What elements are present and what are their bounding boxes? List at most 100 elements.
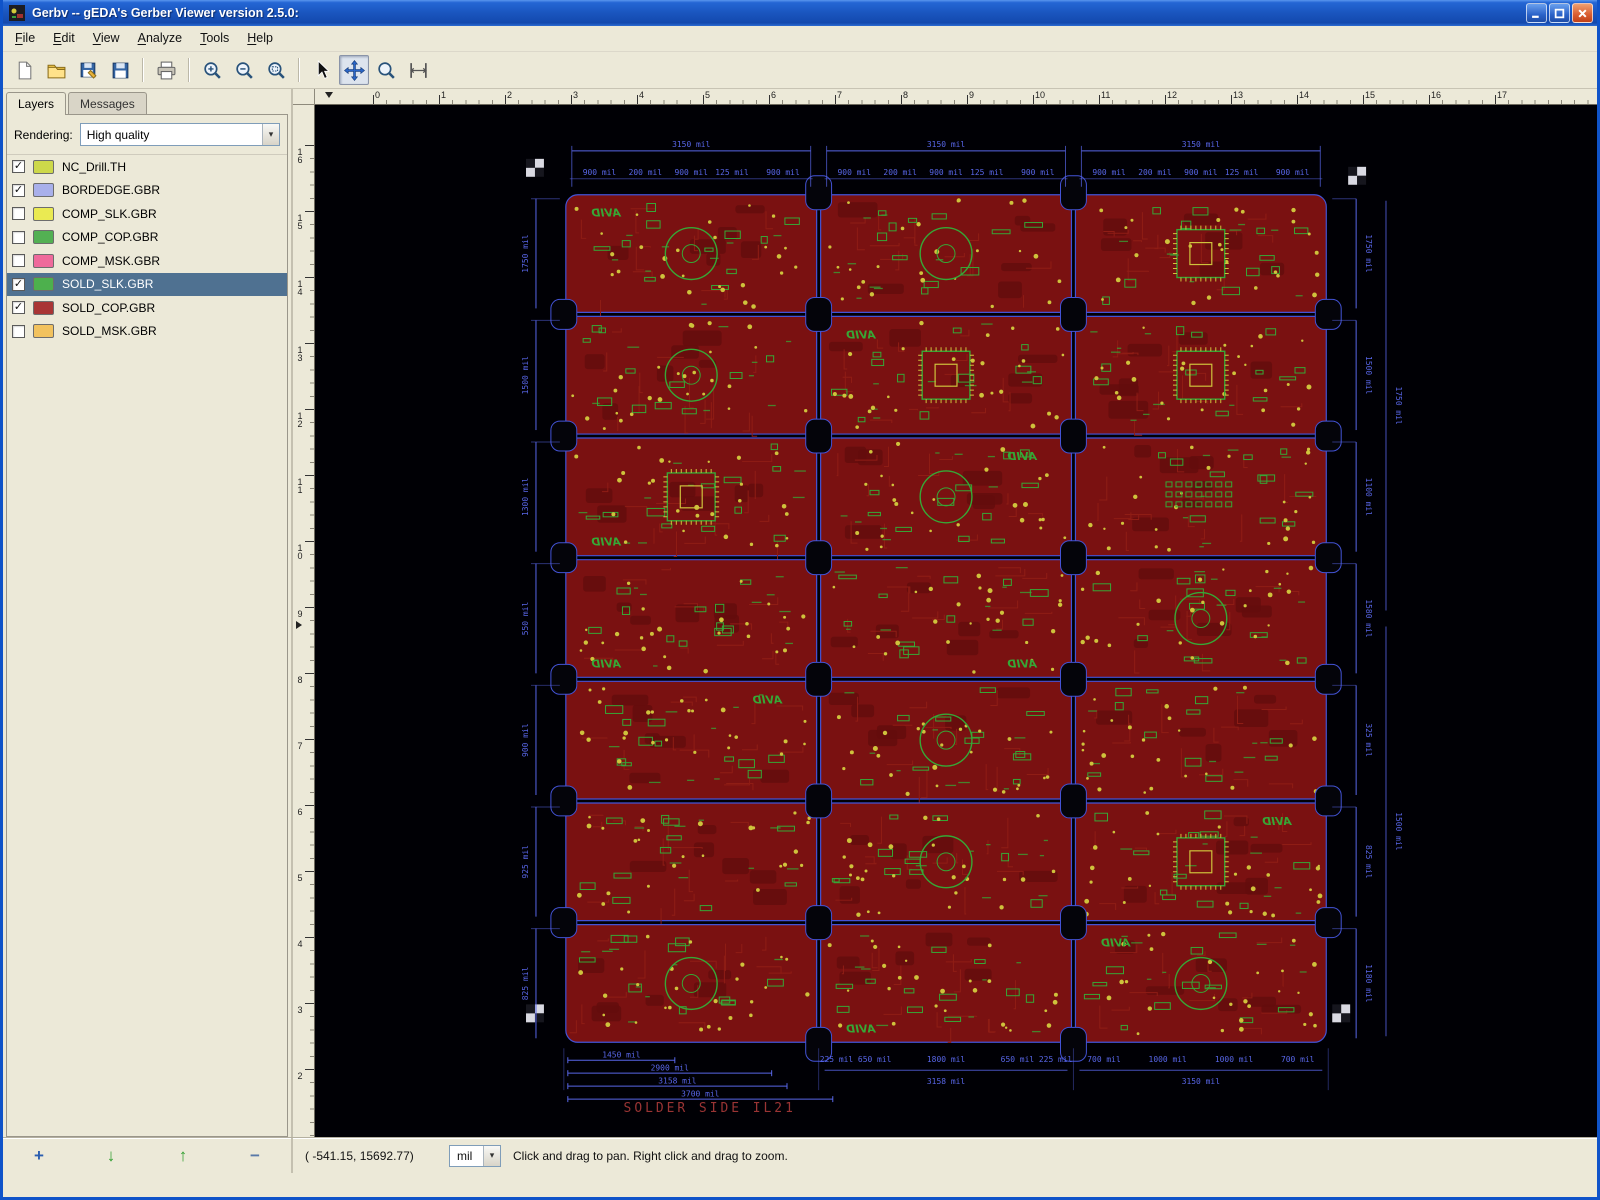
layer-visibility-checkbox[interactable]: ✓ <box>12 301 25 315</box>
bottom-bar: + ↓ ↑ − ( -541.15, 15692.77) mil ▾ Click an… <box>3 1137 1597 1173</box>
svg-text:3150 mil: 3150 mil <box>927 140 965 149</box>
open-button[interactable] <box>41 55 71 85</box>
print-button[interactable] <box>151 55 181 85</box>
layer-color-swatch[interactable] <box>33 183 54 198</box>
layer-color-swatch[interactable] <box>33 300 54 315</box>
layer-row[interactable]: COMP_SLK.GBR <box>7 202 287 226</box>
ruler-tick <box>305 937 314 938</box>
layer-visibility-checkbox[interactable]: ✓ <box>12 160 25 174</box>
ruler-label: 4 <box>295 939 305 947</box>
svg-text:3158 mil: 3158 mil <box>927 1077 965 1086</box>
svg-text:1500 mil: 1500 mil <box>1364 356 1373 395</box>
layer-row[interactable]: ✓ SOLD_SLK.GBR <box>7 272 287 296</box>
layer-row[interactable]: ✓ NC_Drill.TH <box>7 155 287 179</box>
ruler-top: 0 1 2 3 4 5 6 7 8 9 10 11 12 13 14 15 16 17 <box>315 89 1597 105</box>
ruler-label: 5 <box>295 873 305 881</box>
ruler-label: 17 <box>1497 90 1508 100</box>
layer-color-swatch[interactable] <box>33 206 54 221</box>
svg-text:1180 mil: 1180 mil <box>1364 964 1373 1003</box>
svg-text:SOLDER SIDE IL21: SOLDER SIDE IL21 <box>624 1101 796 1116</box>
layer-visibility-checkbox[interactable]: ✓ <box>12 277 25 291</box>
save-button[interactable] <box>105 55 135 85</box>
menu-item-analyze[interactable]: Analyze <box>129 27 191 50</box>
ruler-tick <box>305 475 314 476</box>
ruler-label: 11 <box>295 477 305 493</box>
rendering-select[interactable]: High quality ▾ <box>79 123 280 146</box>
layer-visibility-checkbox[interactable] <box>12 230 25 244</box>
svg-text:1500 mil: 1500 mil <box>521 356 530 395</box>
menu-bar: File Edit View Analyze Tools Help <box>3 26 1597 52</box>
zoom-out-button[interactable] <box>229 55 259 85</box>
ruler-label: 6 <box>295 807 305 815</box>
pcb-canvas[interactable]: AVID AVID AVID AVID AVID AVID AVID AVID AVID AVID… <box>315 105 1597 1137</box>
pointer-button[interactable] <box>307 55 337 85</box>
move-layer-down-button[interactable]: ↓ <box>83 1143 139 1168</box>
ruler-label: 9 <box>969 90 975 100</box>
svg-text:900 mil: 900 mil <box>1021 168 1055 177</box>
window-title: Gerbv -- gEDA's Gerber Viewer version 2.… <box>32 6 299 20</box>
zoom-tool-button[interactable] <box>371 55 401 85</box>
svg-text:AVID: AVID <box>846 328 876 341</box>
ruler-label: 7 <box>837 90 843 100</box>
menu-item-edit[interactable]: Edit <box>44 27 84 50</box>
ruler-left: 16 15 14 13 12 11 10 9 8 7 6 5 4 3 2 <box>293 105 315 1137</box>
ruler-label: 12 <box>1167 90 1178 100</box>
layer-color-swatch[interactable] <box>33 324 54 339</box>
layer-color-swatch[interactable] <box>33 277 54 292</box>
svg-text:650 mil: 650 mil <box>858 1055 892 1064</box>
svg-text:AVID: AVID <box>1007 657 1037 670</box>
add-layer-button[interactable]: + <box>11 1143 67 1168</box>
svg-text:AVID: AVID <box>846 1022 876 1035</box>
menu-item-view[interactable]: View <box>84 27 129 50</box>
layer-actions: + ↓ ↑ − <box>3 1138 293 1173</box>
layer-color-swatch[interactable] <box>33 159 54 174</box>
menu-item-tools[interactable]: Tools <box>191 27 238 50</box>
ruler-position-marker <box>296 621 302 629</box>
layer-row[interactable]: SOLD_MSK.GBR <box>7 320 287 344</box>
measure-button[interactable] <box>403 55 433 85</box>
svg-text:900 mil: 900 mil <box>521 723 530 757</box>
close-button[interactable] <box>1572 3 1593 23</box>
layer-row[interactable]: ✓ BORDEDGE.GBR <box>7 179 287 203</box>
units-select[interactable]: mil ▾ <box>449 1144 501 1167</box>
layer-row[interactable]: COMP_COP.GBR <box>7 226 287 250</box>
sidebar-tabs: Layers Messages <box>3 89 291 115</box>
menu-item-help[interactable]: Help <box>238 27 282 50</box>
layer-visibility-checkbox[interactable] <box>12 254 25 268</box>
maximize-button[interactable] <box>1549 3 1570 23</box>
canvas-viewport[interactable]: AVID AVID AVID AVID AVID AVID AVID AVID AVID AVID… <box>315 105 1597 1137</box>
menu-item-file[interactable]: File <box>6 27 44 50</box>
layer-visibility-checkbox[interactable] <box>12 207 25 221</box>
new-button[interactable] <box>9 55 39 85</box>
ruler-tick <box>305 607 314 608</box>
svg-text:550 mil: 550 mil <box>521 602 530 636</box>
tab-messages[interactable]: Messages <box>68 92 147 114</box>
layer-name: SOLD_SLK.GBR <box>62 277 154 292</box>
layer-color-swatch[interactable] <box>33 253 54 268</box>
layer-visibility-checkbox[interactable] <box>12 324 25 338</box>
chevron-down-icon[interactable]: ▾ <box>483 1145 500 1166</box>
layer-name: BORDEDGE.GBR <box>62 183 161 198</box>
layer-visibility-checkbox[interactable]: ✓ <box>12 183 25 197</box>
svg-text:200 mil: 200 mil <box>1138 168 1172 177</box>
ruler-tick <box>1495 95 1496 104</box>
ruler-tick <box>505 95 506 104</box>
zoom-in-button[interactable] <box>197 55 227 85</box>
rendering-row: Rendering: High quality ▾ <box>7 115 287 154</box>
title-bar[interactable]: Gerbv -- gEDA's Gerber Viewer version 2.… <box>3 0 1597 26</box>
layer-color-swatch[interactable] <box>33 230 54 245</box>
zoom-fit-button[interactable] <box>261 55 291 85</box>
ruler-tick <box>967 95 968 104</box>
move-layer-up-button[interactable]: ↑ <box>155 1143 211 1168</box>
ruler-tick <box>305 541 314 542</box>
svg-text:1450 mil: 1450 mil <box>602 1051 640 1060</box>
chevron-down-icon[interactable]: ▾ <box>262 124 279 145</box>
minimize-button[interactable] <box>1526 3 1547 23</box>
remove-layer-button[interactable]: − <box>227 1143 283 1168</box>
pan-button[interactable] <box>339 55 369 85</box>
tab-layers[interactable]: Layers <box>6 92 67 115</box>
save-as-button[interactable] <box>73 55 103 85</box>
ruler-label: 12 <box>295 411 305 427</box>
layer-row[interactable]: COMP_MSK.GBR <box>7 249 287 273</box>
layer-row[interactable]: ✓ SOLD_COP.GBR <box>7 296 287 320</box>
